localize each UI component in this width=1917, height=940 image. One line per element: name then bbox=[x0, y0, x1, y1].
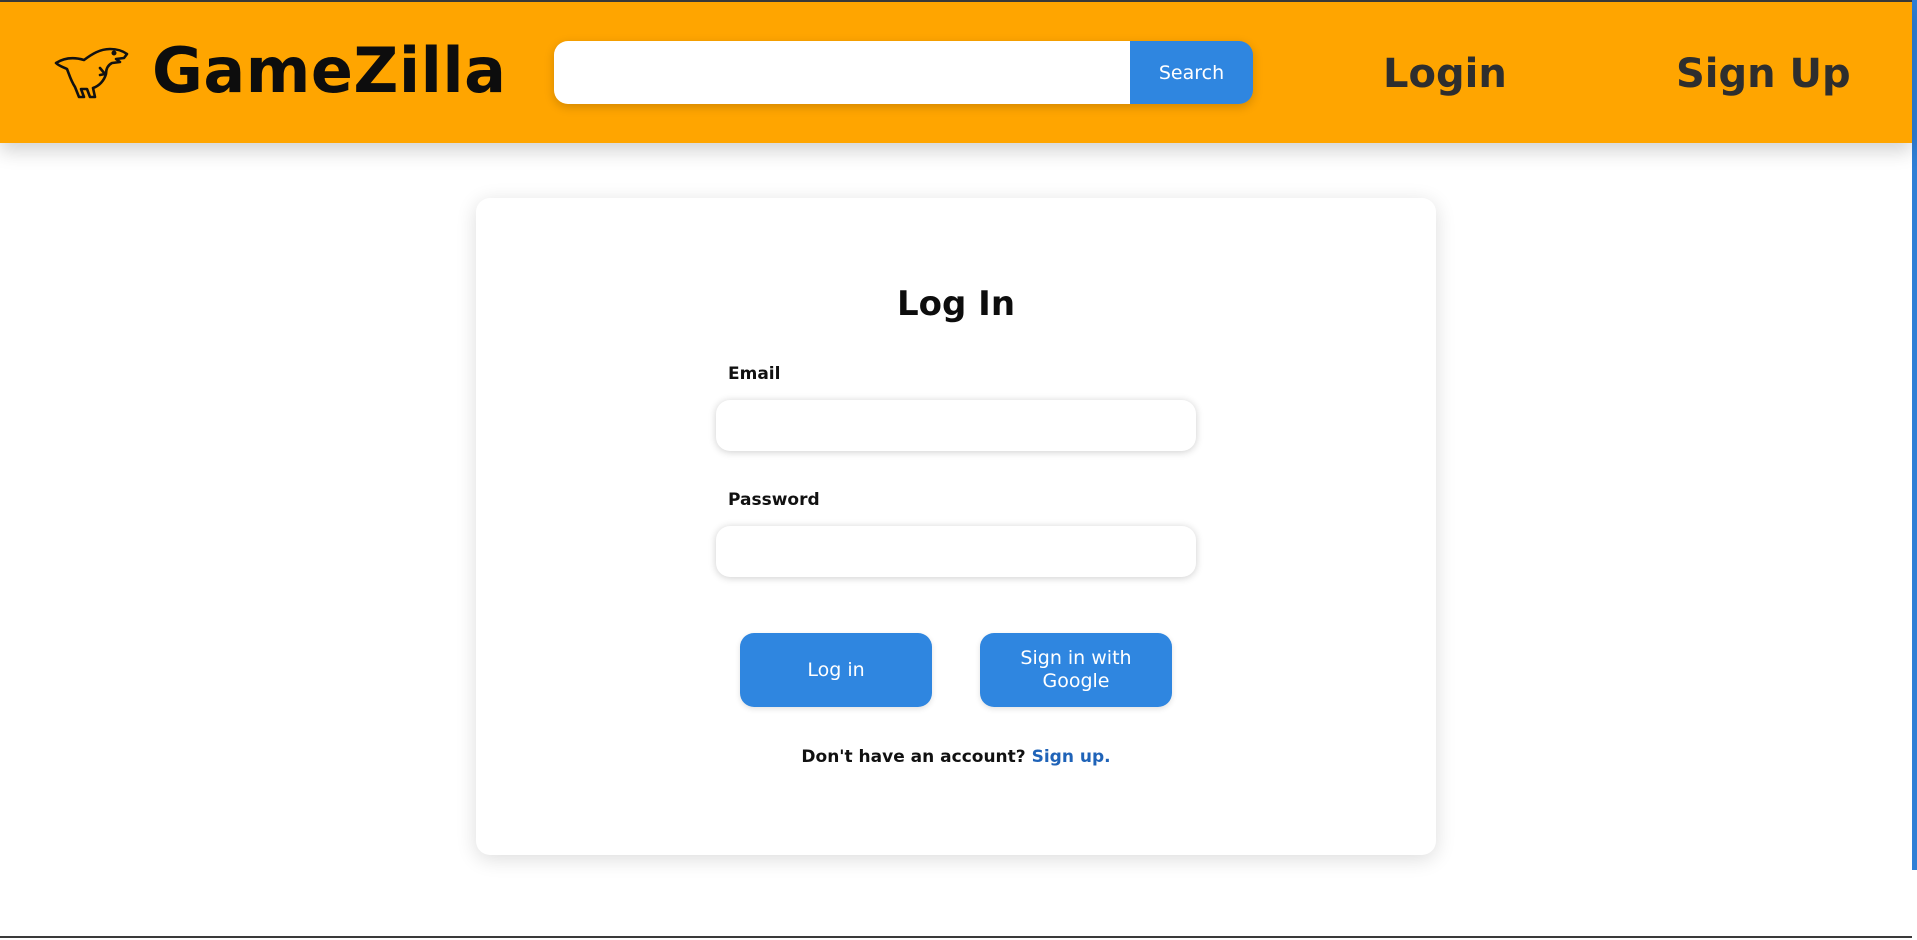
dinosaur-icon bbox=[50, 41, 130, 101]
email-label: Email bbox=[728, 364, 781, 384]
login-card: Log In Email Password Log in Sign in wit… bbox=[476, 198, 1436, 855]
search-bar: Search bbox=[554, 41, 1253, 104]
page-title: Log In bbox=[896, 284, 1016, 324]
password-field[interactable] bbox=[716, 526, 1196, 577]
login-button[interactable]: Log in bbox=[740, 633, 932, 707]
top-navbar: GameZilla Search Login Sign Up bbox=[0, 2, 1912, 143]
nav-login-link[interactable]: Login bbox=[1383, 46, 1507, 102]
signup-prompt: Don't have an account? Sign up. bbox=[476, 747, 1436, 767]
password-label: Password bbox=[728, 490, 820, 510]
google-signin-button[interactable]: Sign in with Google bbox=[980, 633, 1172, 707]
search-input[interactable] bbox=[554, 41, 1130, 104]
search-button[interactable]: Search bbox=[1130, 41, 1253, 104]
brand-name: GameZilla bbox=[152, 34, 507, 107]
scrollbar-edge bbox=[1912, 0, 1917, 870]
email-field[interactable] bbox=[716, 400, 1196, 451]
nav-signup-link[interactable]: Sign Up bbox=[1676, 46, 1851, 102]
signup-link[interactable]: Sign up. bbox=[1032, 747, 1111, 767]
brand-logo[interactable]: GameZilla bbox=[50, 36, 506, 106]
signup-prompt-text: Don't have an account? bbox=[801, 747, 1026, 767]
